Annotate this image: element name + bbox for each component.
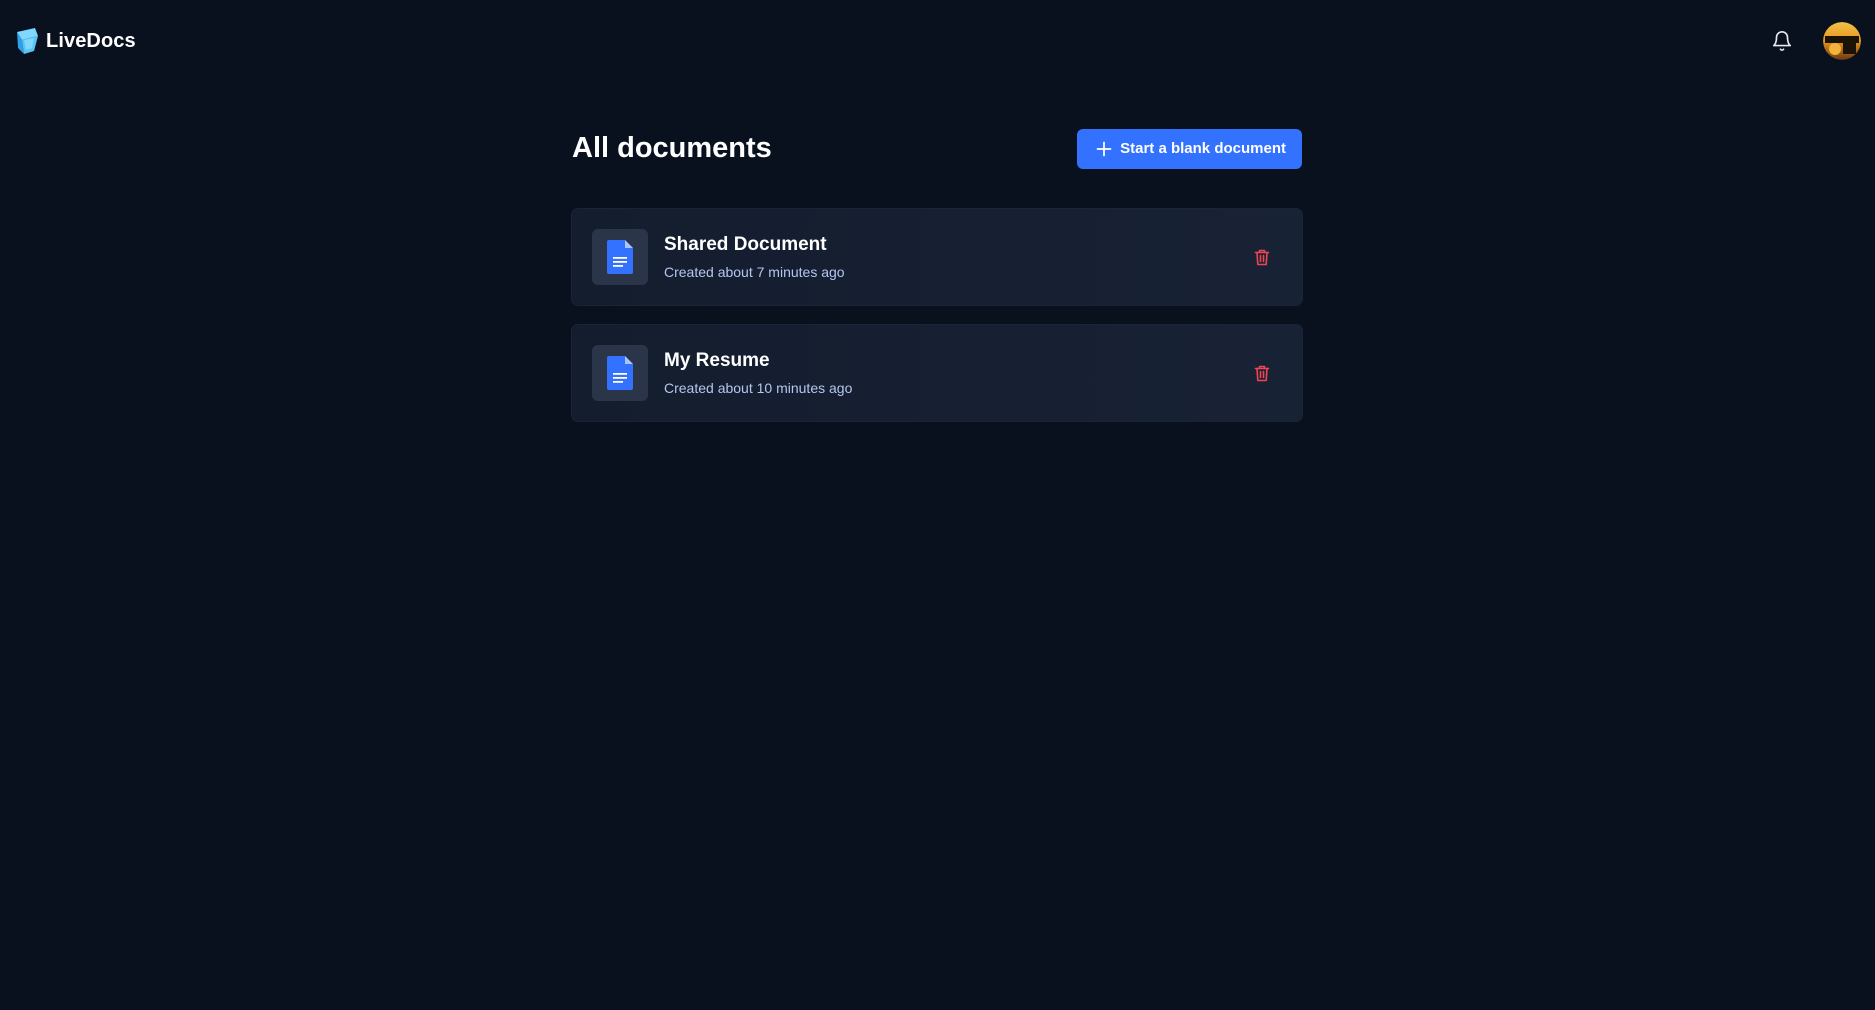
document-icon	[607, 240, 633, 274]
avatar-icon[interactable]	[1823, 22, 1861, 60]
document-created-time: Created about 7 minutes ago	[664, 264, 845, 280]
livedocs-logo-icon	[17, 28, 38, 54]
trash-icon	[1254, 365, 1270, 381]
header-actions	[1769, 22, 1861, 60]
document-card[interactable]: Shared Document Created about 7 minutes …	[572, 209, 1302, 305]
document-card[interactable]: My Resume Created about 10 minutes ago	[572, 325, 1302, 421]
delete-document-button[interactable]	[1248, 359, 1276, 387]
brand-name: LiveDocs	[46, 29, 136, 52]
document-icon-box	[592, 229, 648, 285]
document-title: My Resume	[664, 350, 770, 371]
start-blank-document-label: Start a blank document	[1120, 140, 1286, 157]
title-row: All documents Start a blank document	[572, 128, 1302, 169]
plus-icon	[1096, 141, 1112, 156]
page-title: All documents	[572, 132, 772, 164]
top-header: LiveDocs	[0, 0, 1875, 82]
document-info: Shared Document Created about 7 minutes …	[664, 234, 1248, 280]
document-title: Shared Document	[664, 234, 827, 255]
start-blank-document-button[interactable]: Start a blank document	[1077, 128, 1302, 169]
document-list: Shared Document Created about 7 minutes …	[572, 209, 1302, 421]
delete-document-button[interactable]	[1248, 243, 1276, 271]
document-icon-box	[592, 345, 648, 401]
document-icon	[607, 356, 633, 390]
brand-link[interactable]: LiveDocs	[14, 26, 136, 56]
bell-icon[interactable]	[1769, 28, 1795, 54]
document-info: My Resume Created about 10 minutes ago	[664, 350, 1248, 396]
document-created-time: Created about 10 minutes ago	[664, 380, 853, 396]
trash-icon	[1254, 249, 1270, 265]
documents-section: All documents Start a blank document Sha…	[572, 128, 1302, 421]
